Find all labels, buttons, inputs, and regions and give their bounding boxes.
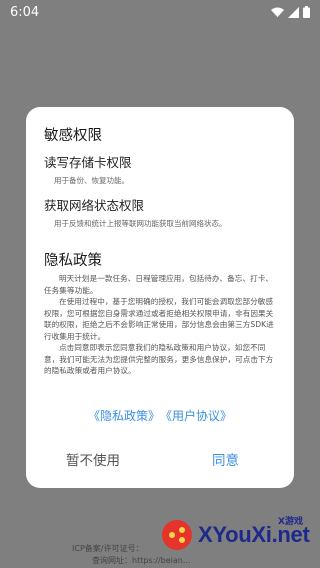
privacy-title: 隐私政策: [44, 253, 102, 269]
privacy-body: 明天计划是一款任务、日程管理应用，包括待办、备忘、打卡、任务集等功能。 在使用过…: [44, 273, 280, 377]
wifi-icon: [271, 7, 284, 17]
privacy-policy-link[interactable]: 《隐私政策》: [88, 407, 160, 424]
privacy-paragraph: 明天计划是一款任务、日程管理应用，包括待办、备忘、打卡、任务集等功能。: [44, 274, 274, 295]
icp-line: ICP备案/许可证号：: [72, 544, 144, 553]
permission-storage-desc: 用于备份、恢复功能。: [54, 176, 129, 185]
watermark: XYouXi.net X游戏: [150, 512, 320, 568]
permissions-title: 敏感权限: [44, 128, 102, 144]
battery-icon: [303, 6, 310, 18]
watermark-logo-icon: [162, 520, 192, 550]
permission-network-desc: 用于反馈和统计上报等联网功能获取当前网络状态。: [54, 219, 227, 228]
user-agreement-link[interactable]: 《用户协议》: [160, 407, 232, 424]
status-time: 6:04: [10, 4, 40, 20]
status-bar: 6:04: [0, 0, 320, 24]
decline-button[interactable]: 暂不使用: [66, 449, 120, 469]
status-icons: [271, 6, 310, 18]
permission-network-title: 获取网络状态权限: [44, 198, 145, 213]
permission-dialog: 敏感权限 读写存储卡权限 用于备份、恢复功能。 获取网络状态权限 用于反馈和统计…: [26, 107, 294, 488]
agree-button[interactable]: 同意: [212, 449, 239, 469]
signal-icon: [288, 6, 299, 18]
policy-links: 《隐私政策》《用户协议》: [26, 407, 294, 424]
privacy-paragraph: 点击同意即表示您同意我们的隐私政策和用户协议，如您不同意，我们可能无法为您提供完…: [44, 343, 274, 375]
watermark-tag: X游戏: [278, 517, 303, 527]
privacy-paragraph: 在使用过程中，基于您明确的授权，我们可能会调取您部分敏感权限，您可根据您自身需求…: [44, 297, 274, 341]
permission-storage-title: 读写存储卡权限: [44, 155, 132, 170]
